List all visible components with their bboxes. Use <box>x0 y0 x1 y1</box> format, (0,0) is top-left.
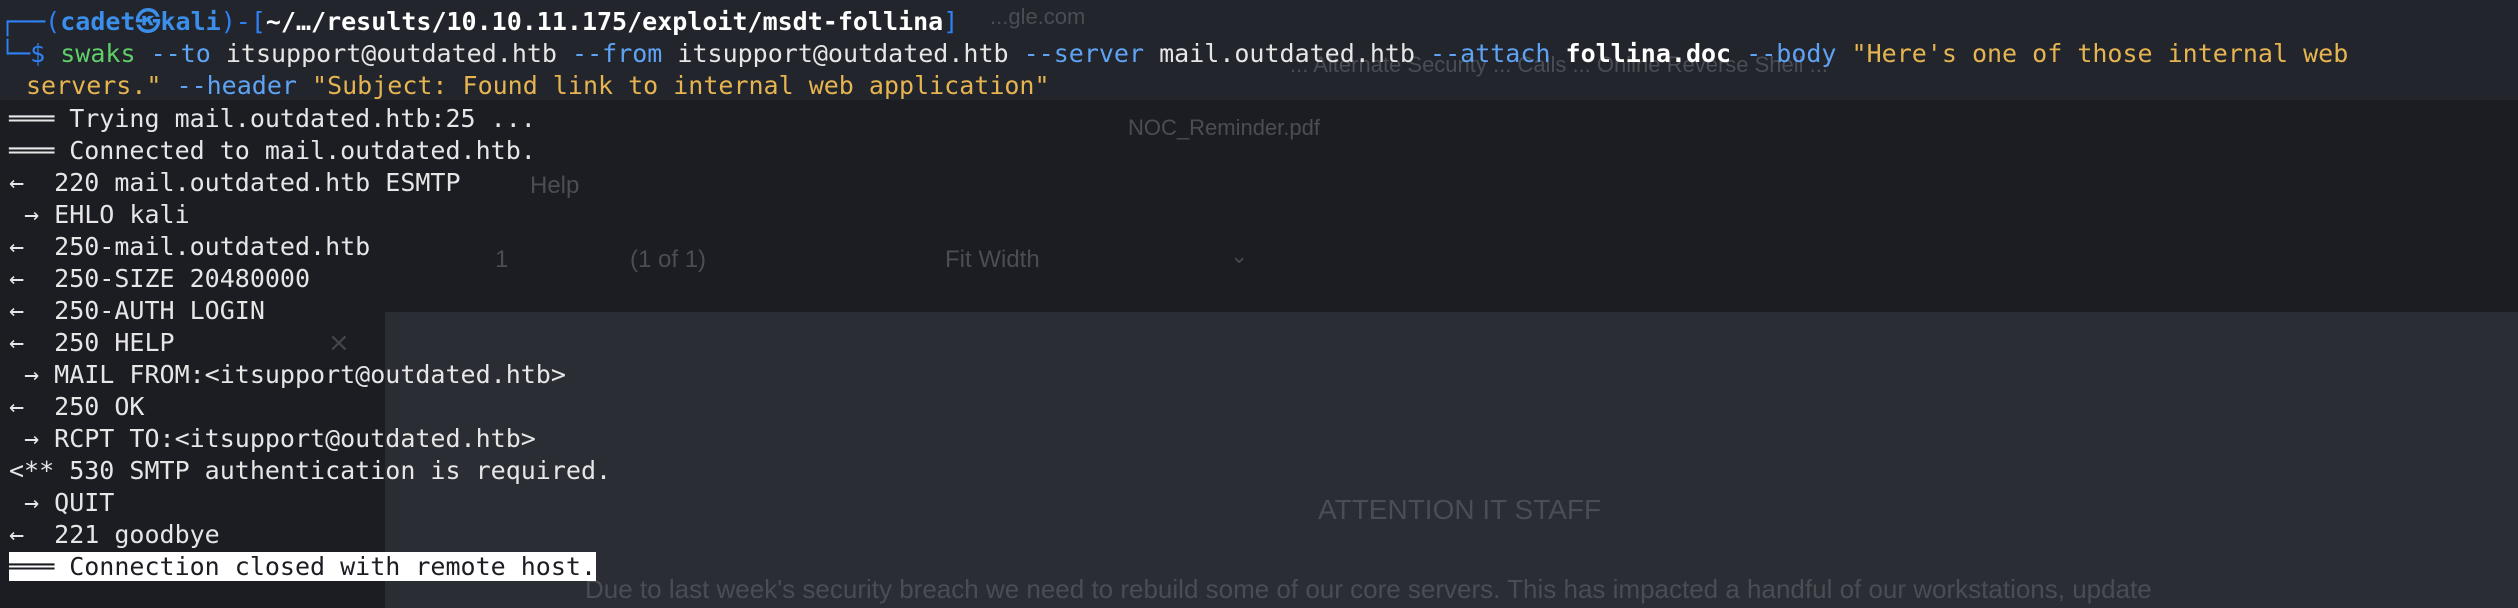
prompt-frame-bottom: └─ <box>0 39 31 68</box>
prompt-line: ┌──(cadet㉿kali)-[~/…/results/10.10.11.17… <box>0 6 958 38</box>
smtp-transcript-line: → QUIT <box>9 488 115 517</box>
terminal-window[interactable]: ┌──(cadet㉿kali)-[~/…/results/10.10.11.17… <box>0 0 2518 608</box>
prompt-at-symbol: ㉿ <box>135 7 161 36</box>
command-argument: itsupport@outdated.htb <box>225 39 557 68</box>
command-line-continued[interactable]: servers." --header "Subject: Found link … <box>26 70 1050 102</box>
smtp-transcript-line: ← 250-mail.outdated.htb <box>9 232 371 261</box>
command-attachment: follina.doc <box>1565 39 1732 68</box>
smtp-transcript-line: ← 221 goodbye <box>9 520 220 549</box>
command-line[interactable]: └─$ swaks --to itsupport@outdated.htb --… <box>0 38 2348 70</box>
smtp-transcript-line: <** 530 SMTP authentication is required. <box>9 456 612 485</box>
prompt-path-end: ] <box>943 7 959 36</box>
prompt-dollar: $ <box>30 39 46 68</box>
command-flag: --attach <box>1430 39 1551 68</box>
smtp-transcript-line: ← 220 mail.outdated.htb ESMTP <box>9 168 461 197</box>
command-flag: --server <box>1023 39 1145 68</box>
prompt-user: cadet <box>60 7 136 36</box>
command-flag: --header <box>176 71 297 100</box>
smtp-transcript-line: ← 250-SIZE 20480000 <box>9 264 311 293</box>
smtp-transcript-line: → RCPT TO:<itsupport@outdated.htb> <box>9 424 536 453</box>
prompt-path: ~/…/results/10.10.11.175/exploit/msdt-fo… <box>265 7 944 36</box>
smtp-transcript-line: ← 250-AUTH LOGIN <box>9 296 265 325</box>
command-name: swaks <box>60 39 136 68</box>
command-flag: --to <box>150 39 211 68</box>
command-string: "Here's one of those internal web <box>1851 39 2349 68</box>
smtp-transcript-line: ═══ Trying mail.outdated.htb:25 ... <box>9 104 536 133</box>
selected-text: ═══ Connection closed with remote host. <box>9 552 596 581</box>
command-argument: mail.outdated.htb <box>1159 39 1415 68</box>
prompt-host: kali <box>160 7 221 36</box>
connection-closed-line: ═══ Connection closed with remote host. <box>9 551 596 583</box>
command-argument: itsupport@outdated.htb <box>677 39 1009 68</box>
command-flag: --from <box>572 39 663 68</box>
command-string: "Subject: Found link to internal web app… <box>312 71 1050 100</box>
smtp-transcript-line: ← 250 OK <box>9 392 145 421</box>
prompt-separator: )-[ <box>220 7 266 36</box>
smtp-transcript-line: → MAIL FROM:<itsupport@outdated.htb> <box>9 360 566 389</box>
smtp-transcript-line: → EHLO kali <box>9 200 190 229</box>
smtp-transcript-line: ← 250 HELP <box>9 328 175 357</box>
prompt-frame-top: ┌──( <box>0 7 61 36</box>
smtp-transcript-line: ═══ Connected to mail.outdated.htb. <box>9 136 536 165</box>
command-string: servers." <box>26 71 162 100</box>
command-flag: --body <box>1746 39 1837 68</box>
